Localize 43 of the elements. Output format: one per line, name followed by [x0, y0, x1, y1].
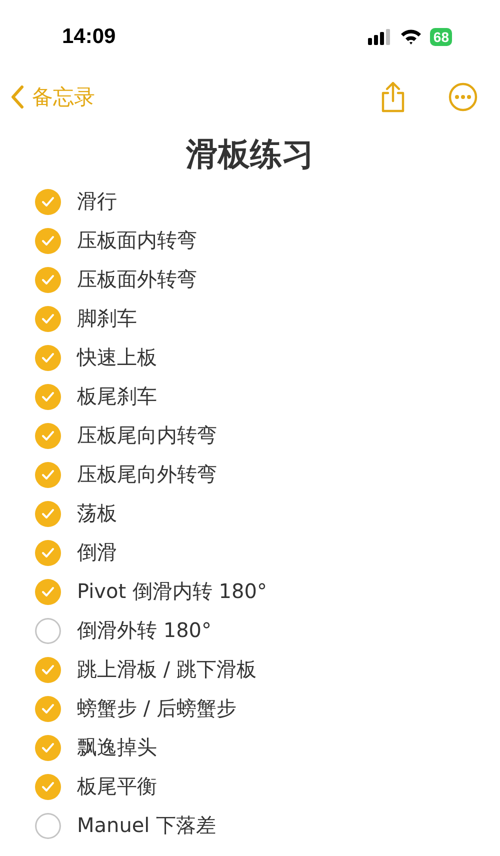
checklist-item-text: 倒滑外转 180°	[77, 617, 212, 644]
checkbox[interactable]	[35, 774, 61, 800]
checkbox[interactable]	[35, 188, 61, 214]
checkbox[interactable]	[35, 462, 61, 488]
checklist-item-text: Manuel 下落差	[77, 812, 216, 839]
checkbox[interactable]	[35, 812, 61, 838]
checklist-item-text: 压板面内转弯	[77, 227, 197, 254]
checklist-item-text: 飘逸掉头	[77, 734, 157, 761]
checklist-item-text: 脚刹车	[77, 305, 137, 332]
checklist-item-text: 倒滑	[77, 539, 117, 566]
checklist-item-text: 滑行	[77, 188, 117, 215]
checkbox[interactable]	[35, 384, 61, 410]
checkbox[interactable]	[35, 266, 61, 292]
checkbox[interactable]	[35, 656, 61, 682]
checkbox[interactable]	[35, 344, 61, 370]
more-icon[interactable]	[448, 82, 478, 112]
share-icon[interactable]	[380, 81, 406, 113]
checkbox[interactable]	[35, 306, 61, 332]
checkbox[interactable]	[35, 422, 61, 448]
checkbox[interactable]	[35, 540, 61, 566]
checklist-item-text: 板尾平衡	[77, 773, 157, 800]
checklist-item-text: 荡板	[77, 500, 117, 527]
checkbox[interactable]	[35, 228, 61, 254]
signal-icon	[368, 29, 392, 45]
checklist-item-text: Pivot 倒滑内转 180°	[77, 578, 267, 605]
checklist-item-text: 螃蟹步 / 后螃蟹步	[77, 695, 236, 722]
back-button[interactable]: 备忘录	[10, 83, 95, 111]
checklist-item-text: 压板尾向外转弯	[77, 461, 217, 488]
note-title: 滑板练习	[184, 134, 315, 175]
clock-time: 14:09	[62, 25, 116, 49]
checkbox[interactable]	[35, 578, 61, 604]
checklist-item-text: 快速上板	[77, 344, 157, 371]
checklist-item-text: 压板面外转弯	[77, 266, 197, 293]
chevron-left-icon	[10, 85, 24, 109]
checklist-item-text: 跳上滑板 / 跳下滑板	[77, 656, 256, 683]
wifi-icon	[400, 29, 422, 45]
checkbox[interactable]	[35, 734, 61, 760]
checkbox[interactable]	[35, 618, 61, 644]
checkbox[interactable]	[35, 500, 61, 526]
checklist-item-text: 压板尾向内转弯	[77, 422, 217, 449]
checkbox[interactable]	[35, 696, 61, 722]
checklist-item-text: 板尾刹车	[77, 383, 157, 410]
battery-indicator: 68	[430, 28, 452, 46]
